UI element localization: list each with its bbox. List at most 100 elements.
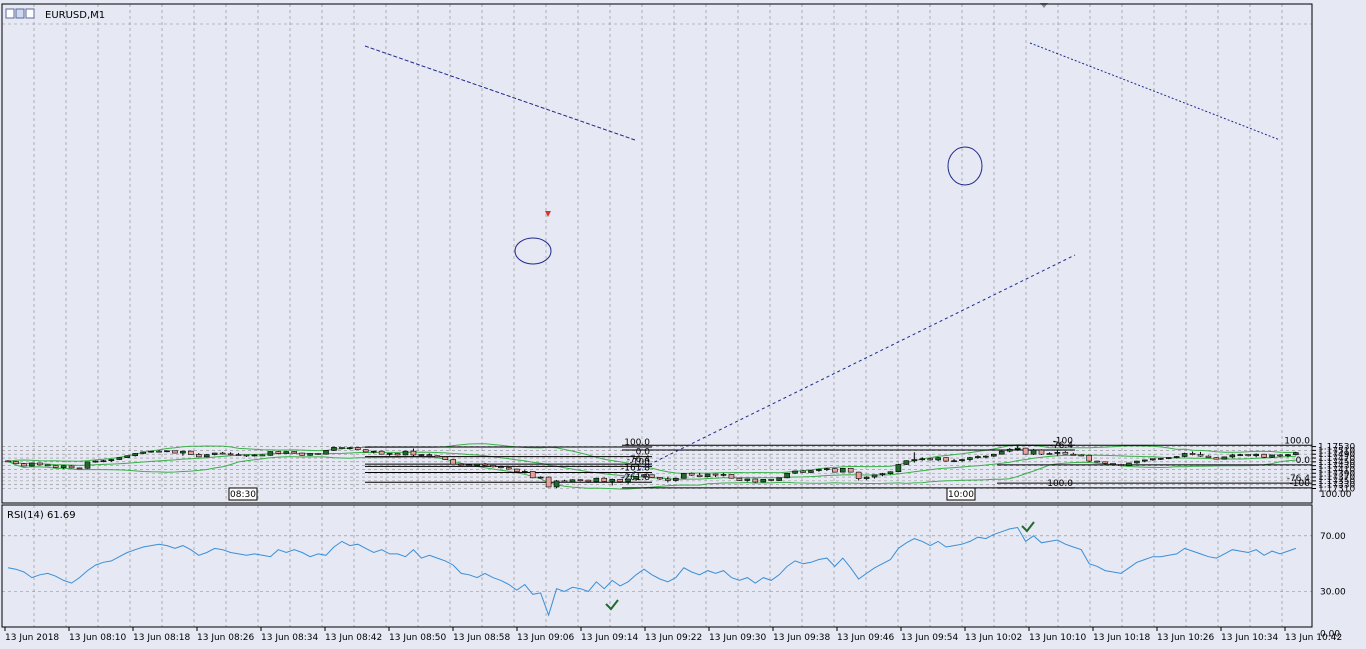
time-tick-label: 13 Jun 10:10 [1029,633,1086,643]
candle-body [1142,459,1148,462]
candle-body [259,454,266,457]
candle-body [506,467,512,470]
template-icon [15,8,25,19]
candle-body [1110,463,1116,465]
candle-body [267,451,274,456]
candle-body [609,479,616,482]
candle-body [1030,449,1037,455]
candle-body [903,460,910,465]
candle-body [712,473,719,476]
candle-body [776,477,782,481]
candle-body [1245,454,1251,457]
candle-body [998,450,1005,455]
candle-body [1173,456,1180,458]
candle-body [601,477,608,482]
candle-body [935,457,941,461]
candle-body [1014,447,1021,450]
candle-body [561,480,568,483]
chart-canvas[interactable]: 100.00.0-76.4-100-161.8-261.8-100-76.40.… [0,0,1366,649]
candle-body [354,447,361,450]
candle-body [521,471,528,473]
candle-body [641,474,647,477]
candle-body [585,479,592,482]
candle-body [760,479,767,483]
candle-body [1253,453,1259,457]
candle-body [1094,460,1100,463]
candle-body [188,450,194,455]
candle-body [1165,457,1172,459]
candle-body [490,464,496,468]
candle-body [339,447,345,449]
candle-body [1022,447,1029,455]
time-tick-label: 13 Jun 08:18 [133,633,190,643]
candle-body [44,464,51,467]
rsi-label: RSI(14) 61.69 [7,510,76,521]
time-tick-label: 13 Jun 09:38 [773,633,830,643]
candle-body [871,474,878,478]
candle-body [418,454,425,456]
candle-body [1285,454,1291,457]
time-tick-label: 13 Jun 08:58 [453,633,510,643]
candle-body [1269,454,1275,458]
candle-body [378,450,385,455]
candle-body [140,451,146,454]
candle-body [943,457,949,462]
time-tick-label: 13 Jun 09:54 [901,633,958,643]
candle-body [879,473,886,476]
fibonacci-level-label: -161.8 [621,463,650,473]
candle-body [1277,454,1283,457]
candle-body [84,461,91,469]
time-tick-label: 13 Jun 10:26 [1157,633,1214,643]
candle-body [951,460,957,462]
time-tick-label: 13 Jun 08:26 [197,633,254,643]
rsi-level-label: 30.00 [1320,588,1346,598]
candle-body [990,453,997,457]
candle-body [824,468,830,470]
candle-body [1237,454,1244,456]
candle-body [792,470,798,474]
candle-body [347,447,353,450]
time-tick-label: 13 Jun 10:18 [1093,633,1150,643]
fibonacci-level-label: -100 [1290,479,1311,489]
candle-body [569,479,576,483]
candle-body [513,468,520,473]
candle-body [1229,454,1236,458]
candle-body [5,460,11,463]
trading-chart-window[interactable]: 100.00.0-76.4-100-161.8-261.8-100-76.40.… [0,0,1366,649]
candle-body [315,453,321,455]
candle-body [394,453,401,456]
candle-body [426,454,433,457]
candle-body [92,460,99,463]
candle-body [744,478,751,481]
time-tick-label: 13 Jun 08:50 [389,633,446,643]
candle-body [625,478,631,482]
chart-type-icon [5,8,15,19]
candle-body [410,450,417,456]
candle-body [132,453,138,457]
fibonacci-level-label: -76.4 [1050,441,1074,451]
candle-body [696,474,703,477]
candle-body [164,450,170,453]
time-tick-label: 13 Jun 09:30 [709,633,766,643]
candle-body [36,462,43,466]
candle-body [847,468,854,473]
candle-body [283,451,290,454]
candle-body [275,451,282,454]
candle-body [1118,464,1124,466]
candle-body [1150,458,1156,461]
candle-body [768,479,775,481]
candle-body [911,459,918,461]
candle-body [1189,453,1196,455]
time-tick-label: 13 Jun 10:42 [1285,633,1342,643]
time-tick-label: 13 Jun 08:42 [325,633,382,643]
candle-body [1261,453,1267,458]
candle-body [402,450,409,456]
candle-body [203,454,210,458]
candle-body [863,476,870,479]
time-tick-label: 13 Jun 09:14 [581,633,638,643]
time-tick-label: 13 Jun 08:10 [69,633,126,643]
candle-body [482,463,488,466]
candle-body [855,471,862,479]
indicator-icon [25,8,35,19]
time-marker-label: 08:30 [230,490,256,500]
